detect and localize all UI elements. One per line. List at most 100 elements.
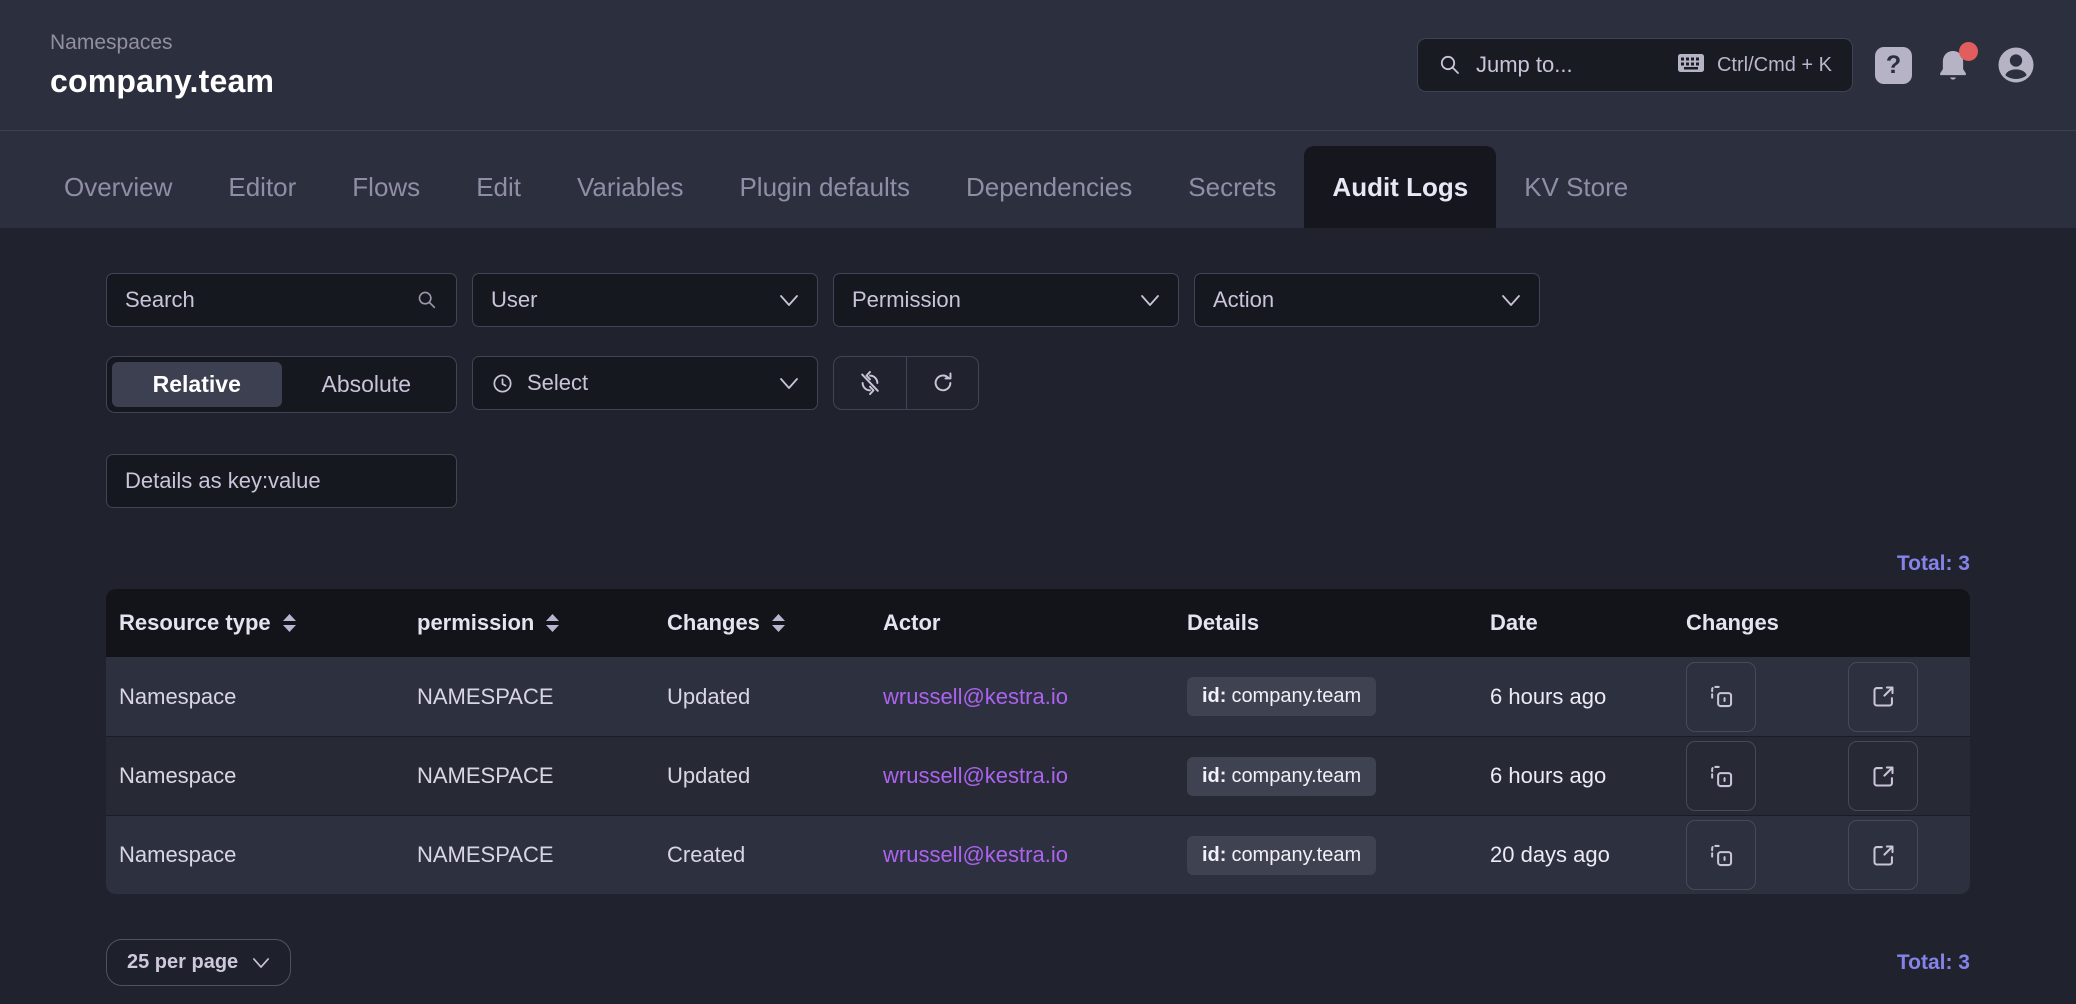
open-in-new-icon — [1870, 842, 1897, 869]
chevron-down-icon — [1140, 294, 1160, 307]
details-badge: id:company.team — [1187, 677, 1376, 716]
column-header-row-actions: Changes — [1686, 610, 1970, 636]
column-header-permission[interactable]: permission — [417, 610, 667, 636]
notification-badge — [1959, 42, 1978, 61]
refresh-button[interactable] — [906, 357, 978, 409]
action-select-placeholder: Action — [1213, 287, 1501, 313]
audit-logs-page: Namespaces company.team Jump to... Ctrl/… — [0, 0, 2076, 1004]
jump-to-placeholder: Jump to... — [1476, 52, 1677, 78]
tab-dependencies[interactable]: Dependencies — [938, 146, 1160, 228]
diff-icon — [1708, 763, 1735, 790]
user-avatar[interactable] — [1996, 45, 2036, 85]
details-filter-input[interactable]: Details as key:value — [106, 454, 457, 508]
open-details-button[interactable] — [1848, 662, 1918, 732]
tab-editor[interactable]: Editor — [200, 146, 324, 228]
refresh-icon — [930, 370, 956, 396]
time-range-select[interactable]: Select — [472, 356, 818, 410]
auto-refresh-off-button[interactable] — [834, 357, 906, 409]
account-icon — [1996, 45, 2036, 85]
sync-off-icon — [857, 370, 883, 396]
user-select[interactable]: User — [472, 273, 818, 327]
column-header-actor: Actor — [883, 610, 1187, 636]
tab-plugin-defaults[interactable]: Plugin defaults — [711, 146, 938, 228]
chevron-down-icon — [252, 957, 270, 969]
tab-secrets[interactable]: Secrets — [1160, 146, 1304, 228]
column-header-changes[interactable]: Changes — [667, 610, 883, 636]
tab-overview[interactable]: Overview — [36, 146, 200, 228]
time-mode-toggle: Relative Absolute — [106, 356, 457, 413]
cell-permission: NAMESPACE — [417, 684, 667, 710]
details-badge: id:company.team — [1187, 757, 1376, 796]
view-changes-button[interactable] — [1686, 741, 1756, 811]
table-footer: 25 per page Total: 3 — [106, 939, 1970, 986]
breadcrumb[interactable]: Namespaces — [50, 31, 274, 55]
title-block: Namespaces company.team — [50, 31, 274, 100]
cell-resource-type: Namespace — [106, 684, 417, 710]
per-page-select[interactable]: 25 per page — [106, 939, 291, 986]
cell-permission: NAMESPACE — [417, 842, 667, 868]
clock-icon — [491, 372, 514, 395]
actor-link[interactable]: wrussell@kestra.io — [883, 684, 1068, 710]
sort-icon[interactable] — [772, 614, 785, 632]
page-title: company.team — [50, 63, 274, 100]
column-header-resource-type[interactable]: Resource type — [106, 610, 417, 636]
tab-audit-logs[interactable]: Audit Logs — [1304, 146, 1496, 228]
cell-change: Updated — [667, 763, 883, 789]
cell-change: Updated — [667, 684, 883, 710]
table-row: Namespace NAMESPACE Updated wrussell@kes… — [106, 657, 1970, 736]
cell-change: Created — [667, 842, 883, 868]
open-details-button[interactable] — [1848, 741, 1918, 811]
details-badge: id:company.team — [1187, 836, 1376, 875]
cell-date: 20 days ago — [1490, 842, 1686, 868]
filters-row-2: Relative Absolute Select — [106, 356, 1970, 413]
sort-icon[interactable] — [546, 614, 559, 632]
actor-link[interactable]: wrussell@kestra.io — [883, 842, 1068, 868]
chevron-down-icon — [779, 377, 799, 390]
jump-to-search[interactable]: Jump to... Ctrl/Cmd + K — [1417, 38, 1853, 92]
shortcut-hint: Ctrl/Cmd + K — [1717, 54, 1832, 77]
tab-variables[interactable]: Variables — [549, 146, 711, 228]
search-icon — [1438, 53, 1462, 77]
search-icon — [416, 289, 438, 311]
diff-icon — [1708, 683, 1735, 710]
filters-row-1: Search User Permission Action — [106, 273, 1970, 327]
cell-permission: NAMESPACE — [417, 763, 667, 789]
open-details-button[interactable] — [1848, 820, 1918, 890]
per-page-label: 25 per page — [127, 951, 238, 974]
view-changes-button[interactable] — [1686, 662, 1756, 732]
refresh-button-group — [833, 356, 979, 410]
chevron-down-icon — [1501, 294, 1521, 307]
relative-toggle[interactable]: Relative — [112, 362, 282, 407]
tab-bar: Overview Editor Flows Edit Variables Plu… — [0, 131, 2076, 228]
filters-row-3: Details as key:value — [106, 454, 1970, 508]
total-count-bottom: Total: 3 — [1897, 951, 1970, 975]
time-range-placeholder: Select — [527, 370, 779, 396]
action-select[interactable]: Action — [1194, 273, 1540, 327]
details-filter-placeholder: Details as key:value — [125, 468, 438, 494]
help-button[interactable]: ? — [1875, 47, 1912, 84]
cell-date: 6 hours ago — [1490, 684, 1686, 710]
tab-edit[interactable]: Edit — [448, 146, 549, 228]
tab-flows[interactable]: Flows — [324, 146, 448, 228]
sort-icon[interactable] — [283, 614, 296, 632]
search-input[interactable]: Search — [106, 273, 457, 327]
actor-link[interactable]: wrussell@kestra.io — [883, 763, 1068, 789]
topbar-actions: Jump to... Ctrl/Cmd + K ? — [1417, 38, 2036, 92]
audit-logs-content: Search User Permission Action Relative A… — [0, 228, 2076, 986]
absolute-toggle[interactable]: Absolute — [282, 362, 452, 407]
column-header-date: Date — [1490, 610, 1686, 636]
chevron-down-icon — [779, 294, 799, 307]
permission-select[interactable]: Permission — [833, 273, 1179, 327]
top-bar: Namespaces company.team Jump to... Ctrl/… — [0, 0, 2076, 131]
view-changes-button[interactable] — [1686, 820, 1756, 890]
column-header-details: Details — [1187, 610, 1490, 636]
search-placeholder: Search — [125, 287, 416, 313]
user-select-placeholder: User — [491, 287, 779, 313]
cell-date: 6 hours ago — [1490, 763, 1686, 789]
tab-kv-store[interactable]: KV Store — [1496, 146, 1656, 228]
keyboard-icon — [1677, 53, 1705, 78]
question-mark-icon: ? — [1886, 51, 1901, 80]
open-in-new-icon — [1870, 683, 1897, 710]
notifications-button[interactable] — [1934, 44, 1974, 86]
cell-resource-type: Namespace — [106, 763, 417, 789]
